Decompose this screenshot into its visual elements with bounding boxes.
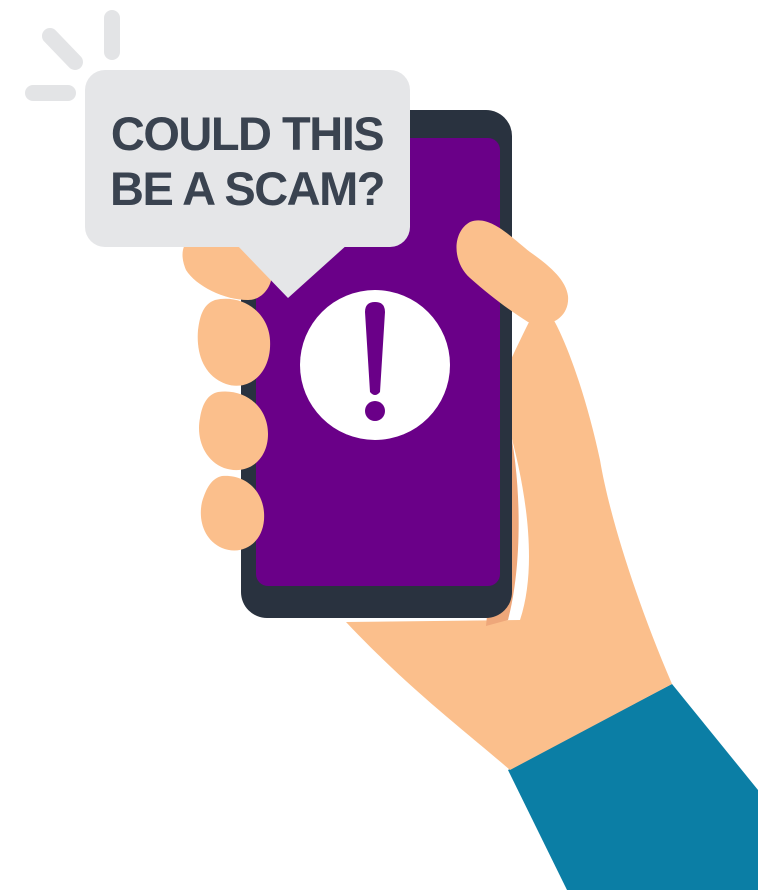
bubble-line-2: BE A SCAM?: [110, 162, 384, 215]
alert-badge: [300, 290, 450, 440]
bubble-line-1: COULD THIS: [111, 107, 383, 160]
scam-alert-illustration: COULD THIS BE A SCAM?: [25, 10, 758, 890]
